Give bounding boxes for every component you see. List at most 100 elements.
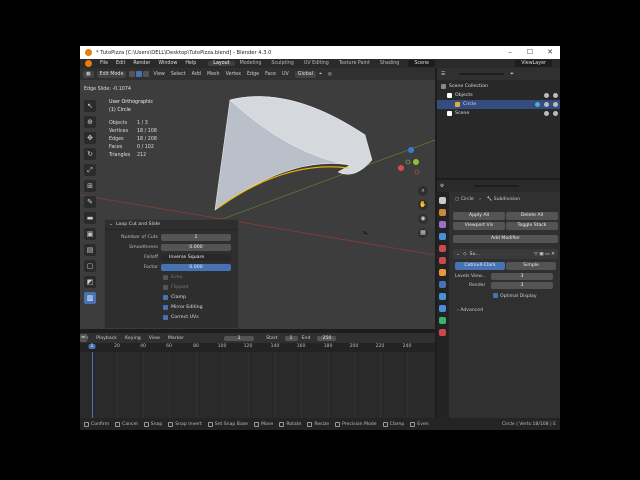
maximize-button[interactable]: ☐	[520, 46, 540, 59]
viewport-vis-button[interactable]: Viewport Vis	[453, 222, 505, 230]
correct-uvs-checkbox[interactable]: Correct UVs	[163, 313, 199, 322]
outliner-editor-icon[interactable]: ☰	[441, 72, 445, 77]
start-frame-field[interactable]: 1	[284, 335, 298, 341]
tab-texture-paint[interactable]: Texture Paint	[334, 61, 375, 66]
menu-marker[interactable]: Marker	[164, 336, 188, 341]
output-tab-icon[interactable]	[439, 221, 446, 228]
menu-render[interactable]: Render	[129, 61, 154, 66]
scale-tool-icon[interactable]: ⤢	[84, 164, 96, 176]
modifier-tab-icon[interactable]	[439, 281, 446, 288]
tab-layout[interactable]: Layout	[208, 61, 235, 66]
measure-tool-icon[interactable]: ▬	[84, 212, 96, 224]
tab-sculpting[interactable]: Sculpting	[266, 61, 298, 66]
apply-all-button[interactable]: Apply All	[453, 212, 505, 220]
editor-type-button[interactable]: ▦	[83, 70, 94, 78]
proportional-edit-icon[interactable]: ◎	[325, 72, 335, 77]
clamp-checkbox[interactable]: Clamp	[163, 293, 186, 302]
pan-hand-icon[interactable]: ✋	[418, 200, 428, 210]
toggle-stack-button[interactable]: Toggle Stack	[506, 222, 558, 230]
move-tool-icon[interactable]: ✥	[84, 132, 96, 144]
object-tab-icon[interactable]	[439, 269, 446, 276]
delete-all-button[interactable]: Delete All	[506, 212, 558, 220]
advanced-panel-header[interactable]: › Advanced	[457, 308, 483, 313]
current-frame-marker[interactable]: 1	[88, 344, 96, 349]
bevel-tool-icon[interactable]: ◩	[84, 276, 96, 288]
menu-file[interactable]: File	[96, 61, 112, 66]
snap-icon[interactable]: ⌖	[316, 71, 325, 77]
world-tab-icon[interactable]	[439, 257, 446, 264]
optimal-display-checkbox[interactable]: Optimal Display	[493, 293, 537, 299]
mode-selector[interactable]: Edit Mode	[96, 70, 127, 78]
menu-edit[interactable]: Edit	[112, 61, 129, 66]
navigation-gizmo[interactable]	[393, 144, 423, 180]
outliner-row-scene-collection[interactable]: Scene Collection	[437, 82, 560, 91]
menu-window[interactable]: Window	[154, 61, 181, 66]
physics-tab-icon[interactable]	[439, 305, 446, 312]
tab-modeling[interactable]: Modeling	[235, 61, 267, 66]
even-checkbox[interactable]: Even	[163, 273, 183, 282]
scene-tab-icon[interactable]	[439, 245, 446, 252]
rotate-tool-icon[interactable]: ↻	[84, 148, 96, 160]
render-levels-field[interactable]: 3	[491, 282, 553, 289]
vertex-select-icon[interactable]	[129, 71, 136, 77]
scene-selector[interactable]: Scene	[408, 60, 435, 67]
flipped-checkbox[interactable]: Flipped	[163, 283, 188, 292]
menu-mesh[interactable]: Mesh	[204, 72, 223, 77]
end-frame-field[interactable]: 250	[317, 335, 337, 341]
close-button[interactable]: ✕	[540, 46, 560, 59]
outliner-row-scene[interactable]: Scene	[437, 109, 560, 118]
menu-view[interactable]: View	[150, 72, 167, 77]
filter-icon[interactable]: ⏷	[510, 71, 514, 77]
factor-field[interactable]: 0.000	[161, 264, 231, 271]
menu-playback[interactable]: Playback	[92, 336, 121, 341]
edge-select-icon[interactable]	[136, 71, 143, 77]
falloff-dropdown[interactable]: Inverse Square	[161, 254, 231, 261]
operator-panel-header[interactable]: ⌄ Loop Cut and Slide	[105, 220, 238, 230]
particles-tab-icon[interactable]	[439, 293, 446, 300]
select-tool-icon[interactable]: ↖	[84, 100, 96, 112]
modifier-visibility-icons[interactable]: ▽ ▣ ▭ ✕	[534, 252, 555, 257]
blender-menu-icon[interactable]	[85, 60, 92, 67]
data-tab-icon[interactable]	[439, 317, 446, 324]
material-tab-icon[interactable]	[439, 329, 446, 336]
menu-face[interactable]: Face	[262, 72, 279, 77]
current-frame-field[interactable]: 1	[224, 335, 255, 341]
camera-view-icon[interactable]: ◉	[418, 214, 428, 224]
tab-shading[interactable]: Shading	[375, 61, 405, 66]
menu-timeline-view[interactable]: View	[145, 336, 164, 341]
menu-select[interactable]: Select	[168, 72, 189, 77]
inset-tool-icon[interactable]: ▢	[84, 260, 96, 272]
extrude-tool-icon[interactable]: ▤	[84, 244, 96, 256]
properties-editor-icon[interactable]: ⚙	[440, 184, 444, 189]
frame-ruler[interactable]: 1 20 40 60 80 100 120 140 160 180 200 22…	[80, 343, 435, 352]
face-select-icon[interactable]	[143, 71, 150, 77]
render-tab-icon[interactable]	[439, 209, 446, 216]
add-cube-tool-icon[interactable]: ▣	[84, 228, 96, 240]
modifier-name-field[interactable]: Su...	[470, 252, 480, 257]
catmull-clark-button[interactable]: Catmull-Clark	[455, 262, 505, 270]
minimize-button[interactable]: –	[500, 46, 520, 59]
cursor-tool-icon[interactable]: ⊕	[84, 116, 96, 128]
smoothness-field[interactable]: 0.000	[161, 244, 231, 251]
ortho-grid-icon[interactable]: ▦	[418, 228, 428, 238]
tool-tab-icon[interactable]	[439, 197, 446, 204]
outliner-row-circle[interactable]: Circle	[437, 100, 560, 109]
view-layer-tab-icon[interactable]	[439, 233, 446, 240]
loop-cut-tool-icon[interactable]: ▥	[84, 292, 96, 304]
properties-search-input[interactable]	[474, 185, 520, 187]
tab-uv-editing[interactable]: UV Editing	[299, 61, 334, 66]
timeline-area[interactable]: 1 20 40 60 80 100 120 140 160 180 200 22…	[80, 343, 435, 418]
zoom-icon[interactable]: ⌕	[418, 186, 428, 196]
number-of-cuts-field[interactable]: 1	[161, 234, 231, 241]
menu-add[interactable]: Add	[189, 72, 204, 77]
jump-end-icon[interactable]: ⏭	[80, 334, 87, 342]
mirror-editing-checkbox[interactable]: Mirror Editing	[163, 303, 203, 312]
levels-viewport-field[interactable]: 3	[491, 273, 553, 280]
simple-button[interactable]: Simple	[506, 262, 556, 270]
menu-uv[interactable]: UV	[279, 72, 292, 77]
subdivision-modifier-header[interactable]: ⌄ ◇ Su... ▽ ▣ ▭ ✕	[453, 249, 558, 259]
view-layer-selector[interactable]: ViewLayer	[515, 60, 552, 67]
menu-help[interactable]: Help	[181, 61, 200, 66]
annotate-tool-icon[interactable]: ✎	[84, 196, 96, 208]
menu-vertex[interactable]: Vertex	[223, 72, 244, 77]
